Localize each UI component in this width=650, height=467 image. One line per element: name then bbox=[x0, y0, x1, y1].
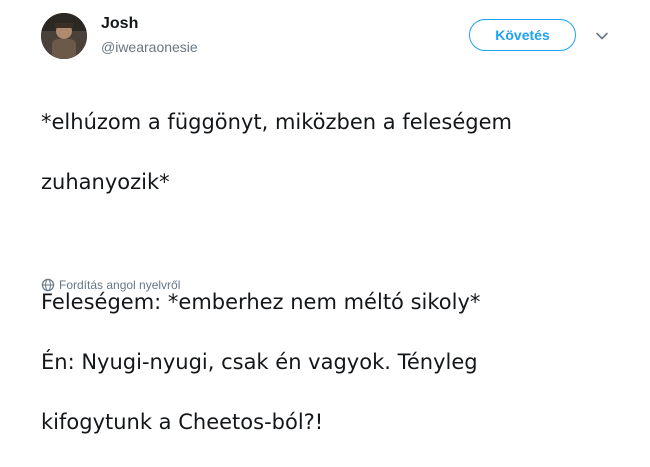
tweet-text: *elhúzom a függönyt, miközben a felesége… bbox=[41, 77, 636, 467]
follow-button[interactable]: Követés bbox=[469, 19, 576, 51]
globe-icon bbox=[41, 278, 55, 292]
avatar[interactable] bbox=[41, 13, 87, 59]
chevron-down-icon[interactable] bbox=[595, 29, 609, 43]
tweet-card: Josh @iwearaonesie Követés *elhúzom a fü… bbox=[0, 0, 650, 434]
tweet-text-line: *elhúzom a függönyt, miközben a felesége… bbox=[41, 110, 512, 134]
author-handle[interactable]: @iwearaonesie bbox=[101, 38, 198, 56]
tweet-text-line: Én: Nyugi-nyugi, csak én vagyok. Tényleg bbox=[41, 350, 478, 374]
tweet-text-line: kifogytunk a Cheetos-ból?! bbox=[41, 410, 324, 434]
translate-label[interactable]: Fordítás angol nyelvről bbox=[59, 277, 180, 293]
translate-link[interactable]: Fordítás angol nyelvről bbox=[41, 277, 180, 293]
author-display-name[interactable]: Josh bbox=[101, 14, 138, 34]
tweet-text-line: zuhanyozik* bbox=[41, 170, 170, 194]
